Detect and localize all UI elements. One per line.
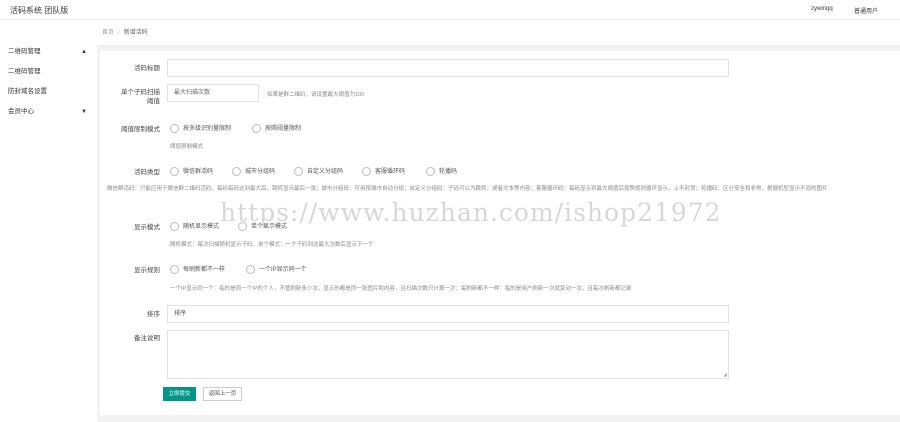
radio-label: 微信群活码	[183, 169, 214, 175]
sidebar-item-qrcode-group[interactable]: 二维码管理 ▲	[0, 45, 97, 59]
radio-circle-icon	[426, 166, 435, 176]
display-rule-option-refresh[interactable]: 每刷新都不一样	[170, 264, 225, 276]
title-input[interactable]	[167, 59, 729, 77]
caret-down-icon: ▼	[81, 109, 87, 115]
max-scan-input[interactable]: 最大扫描次数	[167, 84, 259, 102]
threshold-mode-label: 阈值限制模式	[121, 126, 160, 133]
max-scan-label: 单个子码扫描 阈值	[100, 88, 160, 106]
sidebar-item-label: 会员中心	[8, 108, 34, 115]
form-card: 活码标题 单个子码扫描 阈值 最大扫描次数 如果是群二维码，请设置最大阈值为10…	[100, 51, 900, 415]
radio-circle-icon	[232, 166, 241, 176]
remark-textarea[interactable]: ◢	[167, 330, 729, 379]
radio-label: 轮播码	[439, 169, 458, 175]
max-scan-hint: 如果是群二维码，请设置最大阈值为100	[267, 92, 365, 98]
breadcrumb-current: 新增活码	[123, 30, 148, 36]
sidebar: 二维码管理 ▲ 二维码管理 防封域名设置 会员中心 ▼	[0, 20, 97, 422]
user-name-link[interactable]: zywinqq	[811, 6, 833, 12]
radio-circle-icon	[294, 166, 303, 176]
max-scan-label-line2: 阈值	[147, 98, 160, 105]
radio-label: 随机显示模式	[183, 224, 220, 230]
title-label: 活码标题	[134, 65, 160, 72]
radio-label: 一个IP显示同一个	[259, 267, 307, 273]
type-option-wechat-group[interactable]: 微信群活码	[170, 166, 213, 178]
radio-label: 城市分组码	[245, 169, 276, 175]
sidebar-item-qrcode-manage[interactable]: 二维码管理	[0, 65, 97, 79]
user-role-link[interactable]: 普通用户	[854, 6, 878, 15]
sort-label: 排序	[147, 311, 160, 318]
display-rule-label: 显示规则	[134, 267, 160, 274]
threshold-mode-option-1[interactable]: 按多级识别量限制	[170, 123, 231, 135]
display-mode-hint: 随机模式：每次扫描随机显示子码，单个模式：一个子码到达最大次数后显示下一个	[170, 242, 374, 248]
breadcrumb: 首页 / 新增活码	[97, 20, 900, 46]
radio-label: 按多级识别量限制	[183, 126, 232, 132]
sort-input[interactable]: 排序	[167, 305, 729, 323]
radio-label: 按照阈量限制	[265, 126, 302, 132]
sidebar-item-domain-settings[interactable]: 防封域名设置	[0, 85, 97, 99]
type-option-service-loop[interactable]: 客服循环码	[362, 166, 405, 178]
radio-circle-icon	[246, 264, 255, 274]
type-option-custom-group[interactable]: 自定义分组码	[294, 166, 343, 178]
max-scan-label-line1: 单个子码扫描	[121, 89, 160, 96]
radio-label: 每刷新都不一样	[183, 267, 226, 273]
type-label: 活码类型	[134, 169, 160, 176]
radio-label: 客服循环码	[375, 169, 406, 175]
radio-circle-icon	[252, 123, 261, 133]
app-brand[interactable]: 活码系统 团队版	[10, 5, 68, 16]
caret-up-icon: ▲	[81, 49, 87, 55]
display-mode-label: 显示模式	[134, 224, 160, 231]
threshold-mode-hint: 阈值限制模式	[170, 144, 204, 150]
display-rule-option-ip[interactable]: 一个IP显示同一个	[246, 264, 307, 276]
type-option-city-group[interactable]: 城市分组码	[232, 166, 275, 178]
submit-button[interactable]: 立即提交	[163, 387, 196, 401]
radio-circle-icon	[170, 221, 179, 231]
breadcrumb-home[interactable]: 首页	[102, 30, 114, 36]
display-rule-hint: 一个IP显示同一个：指的是同一个IP的个人，不管刷新多少次，显示的都是同一张图片…	[170, 286, 632, 292]
radio-circle-icon	[170, 123, 179, 133]
radio-label: 自定义分组码	[307, 169, 344, 175]
threshold-mode-option-2[interactable]: 按照阈量限制	[252, 123, 301, 135]
back-button[interactable]: 返回上一页	[203, 387, 242, 401]
remark-label: 备注说明	[134, 335, 160, 342]
radio-circle-icon	[362, 166, 371, 176]
sidebar-item-label: 二维码管理	[8, 48, 41, 55]
resize-handle-icon[interactable]: ◢	[723, 372, 727, 378]
top-bar: 活码系统 团队版 zywinqq 普通用户	[0, 0, 900, 20]
sidebar-item-member-center[interactable]: 会员中心 ▼	[0, 105, 97, 119]
watermark-text: https://www.huzhan.com/ishop21972	[220, 198, 722, 227]
radio-circle-icon	[170, 166, 179, 176]
display-mode-option-random[interactable]: 随机显示模式	[170, 221, 219, 233]
type-hint: 微信群活码：只能应用于微信群二维码活码，每码每码达到最大后，跳转显示最后一张；城…	[107, 186, 828, 192]
sidebar-item-label: 二维码管理	[8, 68, 41, 75]
type-option-carousel[interactable]: 轮播码	[426, 166, 457, 178]
breadcrumb-separator: /	[118, 30, 120, 36]
radio-circle-icon	[170, 264, 179, 274]
sidebar-item-label: 防封域名设置	[8, 88, 47, 95]
